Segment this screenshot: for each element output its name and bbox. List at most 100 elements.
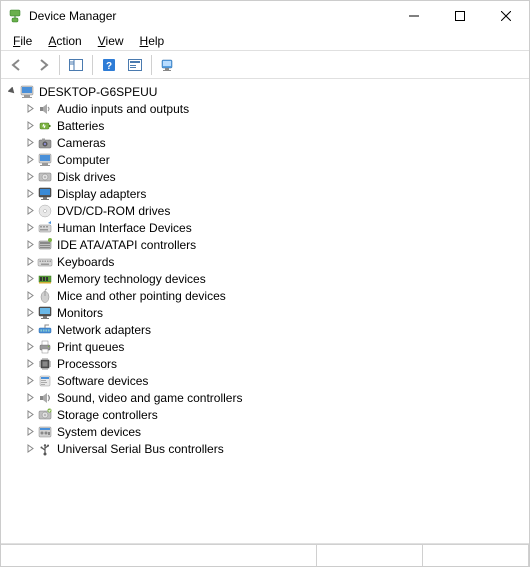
tree-category[interactable]: Display adapters (1, 185, 529, 202)
expand-arrow-icon[interactable] (23, 425, 37, 439)
software-icon (37, 373, 53, 389)
expand-arrow-icon[interactable] (23, 340, 37, 354)
maximize-button[interactable] (437, 1, 483, 31)
device-properties-button[interactable] (156, 53, 180, 77)
toolbar: ? (1, 51, 529, 79)
expand-arrow-icon[interactable] (23, 221, 37, 235)
expand-arrow-icon[interactable] (23, 408, 37, 422)
close-button[interactable] (483, 1, 529, 31)
menu-action[interactable]: Action (40, 32, 89, 50)
menu-file[interactable]: File (5, 32, 40, 50)
expand-arrow-icon[interactable] (23, 323, 37, 337)
tree-category[interactable]: Storage controllers (1, 406, 529, 423)
storage-icon (37, 407, 53, 423)
network-icon (37, 322, 53, 338)
statusbar (1, 544, 529, 566)
toolbar-separator (151, 55, 152, 75)
tree-category-label: Cameras (55, 136, 106, 150)
mouse-icon (37, 288, 53, 304)
forward-button[interactable] (31, 53, 55, 77)
tree-category-label: Disk drives (55, 170, 116, 184)
device-tree[interactable]: DESKTOP-G6SPEUU Audio inputs and outputs… (1, 79, 529, 544)
expand-arrow-icon[interactable] (23, 306, 37, 320)
memory-icon (37, 271, 53, 287)
window-controls (391, 1, 529, 31)
tree-category-label: Mice and other pointing devices (55, 289, 226, 303)
tree-category-label: Monitors (55, 306, 103, 320)
monitor-icon (37, 305, 53, 321)
keyboard-icon (37, 254, 53, 270)
battery-icon (37, 118, 53, 134)
expand-arrow-icon[interactable] (23, 153, 37, 167)
tree-category[interactable]: Universal Serial Bus controllers (1, 440, 529, 457)
expand-arrow-icon[interactable] (23, 272, 37, 286)
tree-category[interactable]: Software devices (1, 372, 529, 389)
tree-category[interactable]: Sound, video and game controllers (1, 389, 529, 406)
tree-category[interactable]: Disk drives (1, 168, 529, 185)
tree-category-label: IDE ATA/ATAPI controllers (55, 238, 196, 252)
dvd-icon (37, 203, 53, 219)
expand-arrow-icon[interactable] (23, 391, 37, 405)
menu-view[interactable]: View (90, 32, 132, 50)
hid-icon (37, 220, 53, 236)
tree-category-label: System devices (55, 425, 141, 439)
tree-category-label: Storage controllers (55, 408, 158, 422)
tree-category[interactable]: IDE ATA/ATAPI controllers (1, 236, 529, 253)
tree-category-label: Human Interface Devices (55, 221, 192, 235)
system-icon (37, 424, 53, 440)
tree-category-label: Audio inputs and outputs (55, 102, 189, 116)
tree-category[interactable]: Network adapters (1, 321, 529, 338)
tree-category-label: Display adapters (55, 187, 146, 201)
expand-arrow-icon[interactable] (23, 170, 37, 184)
expand-arrow-icon[interactable] (23, 357, 37, 371)
expand-arrow-icon[interactable] (23, 255, 37, 269)
status-cell (317, 545, 423, 566)
expand-arrow-icon[interactable] (23, 238, 37, 252)
minimize-button[interactable] (391, 1, 437, 31)
tree-category[interactable]: Batteries (1, 117, 529, 134)
sound-icon (37, 390, 53, 406)
expand-arrow-icon[interactable] (23, 136, 37, 150)
expand-arrow-icon[interactable] (23, 119, 37, 133)
expand-arrow-icon[interactable] (23, 374, 37, 388)
svg-text:?: ? (106, 61, 112, 72)
tree-category-label: Computer (55, 153, 110, 167)
tree-category[interactable]: Processors (1, 355, 529, 372)
tree-category[interactable]: Computer (1, 151, 529, 168)
tree-category[interactable]: Mice and other pointing devices (1, 287, 529, 304)
expand-arrow-icon[interactable] (23, 204, 37, 218)
scan-hardware-button[interactable] (123, 53, 147, 77)
tree-category-label: Software devices (55, 374, 148, 388)
help-button[interactable]: ? (97, 53, 121, 77)
back-button[interactable] (5, 53, 29, 77)
cpu-icon (37, 356, 53, 372)
tree-category-label: Print queues (55, 340, 124, 354)
expand-arrow-icon[interactable] (23, 289, 37, 303)
tree-category-label: Universal Serial Bus controllers (55, 442, 224, 456)
expand-arrow-icon[interactable] (23, 187, 37, 201)
tree-category[interactable]: Cameras (1, 134, 529, 151)
toolbar-separator (92, 55, 93, 75)
tree-category[interactable]: DVD/CD-ROM drives (1, 202, 529, 219)
tree-root-label: DESKTOP-G6SPEUU (37, 85, 157, 99)
tree-category-label: Sound, video and game controllers (55, 391, 242, 405)
printer-icon (37, 339, 53, 355)
tree-category[interactable]: Monitors (1, 304, 529, 321)
tree-category-label: Batteries (55, 119, 104, 133)
tree-category[interactable]: Memory technology devices (1, 270, 529, 287)
tree-root[interactable]: DESKTOP-G6SPEUU (1, 83, 529, 100)
tree-category[interactable]: Print queues (1, 338, 529, 355)
tree-category[interactable]: Human Interface Devices (1, 219, 529, 236)
expand-arrow-icon[interactable] (23, 442, 37, 456)
menu-help[interactable]: Help (132, 32, 173, 50)
tree-category[interactable]: System devices (1, 423, 529, 440)
status-cell (423, 545, 529, 566)
show-hide-console-button[interactable] (64, 53, 88, 77)
app-icon (7, 8, 23, 24)
tree-category[interactable]: Keyboards (1, 253, 529, 270)
tree-category-label: Keyboards (55, 255, 114, 269)
ide-icon (37, 237, 53, 253)
tree-category[interactable]: Audio inputs and outputs (1, 100, 529, 117)
expand-arrow-icon[interactable] (5, 85, 19, 99)
expand-arrow-icon[interactable] (23, 102, 37, 116)
